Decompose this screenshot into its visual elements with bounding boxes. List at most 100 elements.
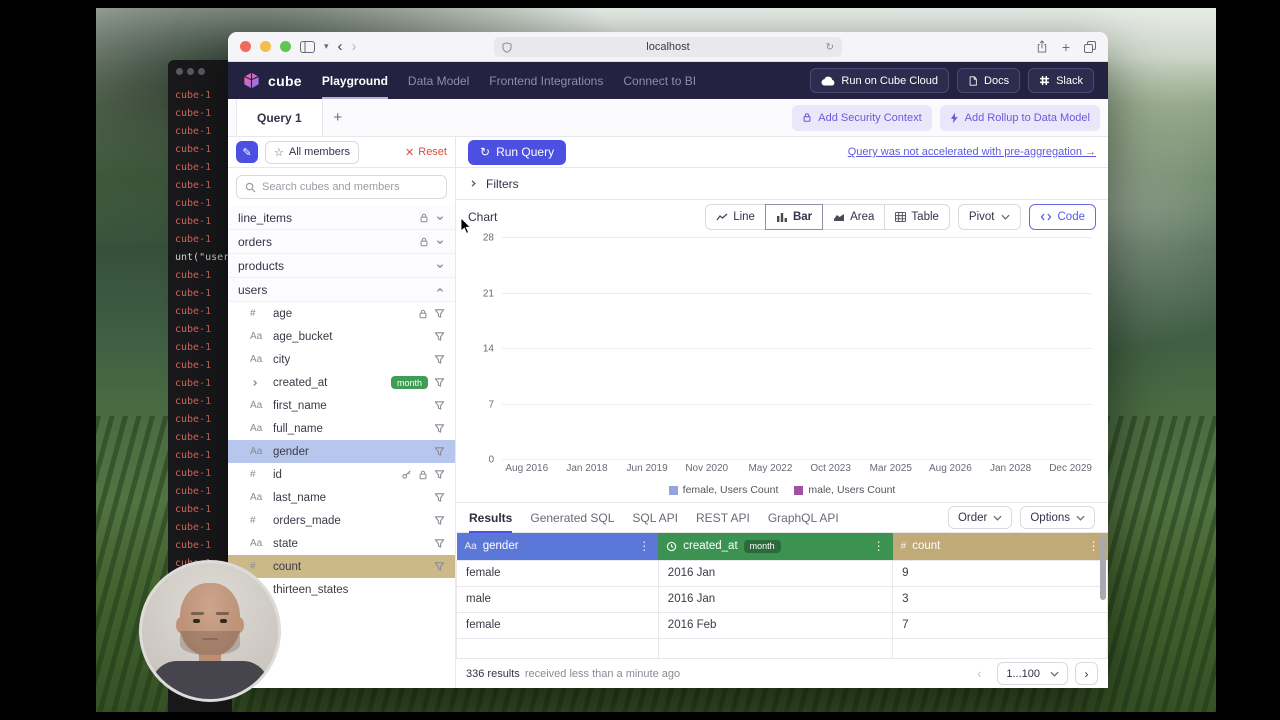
prev-page-button[interactable]: ‹ bbox=[968, 663, 990, 685]
member-actions[interactable] bbox=[434, 354, 445, 365]
cube-row-line_items[interactable]: line_items bbox=[228, 206, 455, 230]
chevron-up-icon[interactable] bbox=[435, 285, 445, 295]
docs-button[interactable]: Docs bbox=[957, 68, 1021, 93]
next-page-button[interactable]: › bbox=[1075, 662, 1098, 685]
chart-type-area[interactable]: Area bbox=[822, 204, 886, 230]
filter-funnel-icon[interactable] bbox=[434, 538, 445, 549]
search-input[interactable] bbox=[262, 181, 438, 193]
run-on-cube-cloud-button[interactable]: Run on Cube Cloud bbox=[810, 68, 950, 93]
chart-type-bar[interactable]: Bar bbox=[764, 204, 824, 230]
column-menu-icon[interactable]: ⋮ bbox=[1088, 539, 1100, 553]
filter-funnel-icon[interactable] bbox=[434, 354, 445, 365]
tab-sql-api[interactable]: SQL API bbox=[632, 503, 678, 533]
chevron-down-icon[interactable] bbox=[435, 213, 445, 223]
member-actions[interactable] bbox=[434, 423, 445, 434]
member-actions[interactable] bbox=[434, 446, 445, 457]
member-row-created_at[interactable]: created_at month bbox=[228, 371, 455, 394]
filter-funnel-icon[interactable] bbox=[434, 446, 445, 457]
new-tab-icon[interactable]: + bbox=[1062, 39, 1070, 55]
pivot-dropdown[interactable]: Pivot bbox=[957, 204, 1021, 230]
close-window-button[interactable] bbox=[240, 41, 251, 52]
member-row-age_bucket[interactable]: Aa age_bucket bbox=[228, 325, 455, 348]
tab-generated-sql[interactable]: Generated SQL bbox=[530, 503, 614, 533]
column-header-created-at[interactable]: created_at month ⋮ bbox=[658, 533, 893, 560]
member-actions[interactable] bbox=[434, 492, 445, 503]
filter-funnel-icon[interactable] bbox=[434, 515, 445, 526]
filter-funnel-icon[interactable] bbox=[434, 400, 445, 411]
member-row-last_name[interactable]: Aa last_name bbox=[228, 486, 455, 509]
filter-funnel-icon[interactable] bbox=[434, 377, 445, 388]
member-row-id[interactable]: # id bbox=[228, 463, 455, 486]
filters-section[interactable]: Filters bbox=[456, 168, 1108, 200]
column-menu-icon[interactable]: ⋮ bbox=[638, 539, 650, 553]
reload-icon[interactable]: ↻ bbox=[826, 42, 834, 53]
cube-row-products[interactable]: products bbox=[228, 254, 455, 278]
chart-type-table[interactable]: Table bbox=[884, 204, 950, 230]
chart-type-line[interactable]: Line bbox=[705, 204, 766, 230]
add-query-tab-button[interactable]: + bbox=[323, 99, 353, 136]
forward-button[interactable]: › bbox=[352, 38, 357, 55]
member-row-orders_made[interactable]: # orders_made bbox=[228, 509, 455, 532]
zoom-window-button[interactable] bbox=[280, 41, 291, 52]
chevron-right-icon[interactable] bbox=[250, 378, 260, 388]
member-actions[interactable] bbox=[434, 538, 445, 549]
filter-funnel-icon[interactable] bbox=[434, 469, 445, 480]
back-button[interactable]: ‹ bbox=[338, 38, 343, 55]
tab-rest-api[interactable]: REST API bbox=[696, 503, 750, 533]
nav-item-frontend-integrations[interactable]: Frontend Integrations bbox=[489, 62, 603, 99]
reset-button[interactable]: ✕ Reset bbox=[405, 146, 447, 159]
slack-button[interactable]: Slack bbox=[1028, 68, 1094, 93]
member-actions[interactable] bbox=[434, 377, 445, 388]
filter-funnel-icon[interactable] bbox=[434, 308, 445, 319]
tab-overview-icon[interactable] bbox=[1084, 39, 1096, 55]
add-security-context-button[interactable]: Add Security Context bbox=[792, 104, 932, 131]
nav-item-connect-to-bi[interactable]: Connect to BI bbox=[623, 62, 696, 99]
member-actions[interactable] bbox=[434, 515, 445, 526]
member-actions[interactable] bbox=[434, 331, 445, 342]
sidebar-toggle-icon[interactable] bbox=[300, 40, 315, 53]
nav-item-data-model[interactable]: Data Model bbox=[408, 62, 469, 99]
minimize-window-button[interactable] bbox=[260, 41, 271, 52]
scrollbar-thumb[interactable] bbox=[1100, 536, 1106, 600]
member-row-gender[interactable]: Aa gender bbox=[228, 440, 455, 463]
tab-results[interactable]: Results bbox=[469, 503, 513, 533]
tab-graphql-api[interactable]: GraphQL API bbox=[768, 503, 839, 533]
address-bar[interactable]: localhost ↻ bbox=[494, 37, 842, 57]
column-header-gender[interactable]: Aa gender ⋮ bbox=[456, 533, 659, 560]
filter-funnel-icon[interactable] bbox=[434, 331, 445, 342]
cube-logo[interactable]: cube bbox=[242, 71, 302, 90]
chevron-down-icon[interactable] bbox=[435, 237, 445, 247]
search-box[interactable] bbox=[236, 175, 447, 199]
tab-query-1[interactable]: Query 1 bbox=[236, 99, 323, 136]
member-actions[interactable] bbox=[418, 308, 445, 319]
member-row-count[interactable]: # count bbox=[228, 555, 455, 578]
edit-query-button[interactable]: ✎ bbox=[236, 141, 258, 163]
share-icon[interactable] bbox=[1036, 39, 1048, 55]
table-scrollbar[interactable] bbox=[1100, 536, 1106, 646]
filter-funnel-icon[interactable] bbox=[434, 423, 445, 434]
cube-row-users[interactable]: users bbox=[228, 278, 455, 302]
member-row-first_name[interactable]: Aa first_name bbox=[228, 394, 455, 417]
member-row-state[interactable]: Aa state bbox=[228, 532, 455, 555]
add-rollup-button[interactable]: Add Rollup to Data Model bbox=[939, 104, 1100, 131]
preaggregation-link[interactable]: Query was not accelerated with pre-aggre… bbox=[848, 146, 1096, 158]
toolbar-chevron-icon[interactable]: ▾ bbox=[324, 41, 329, 52]
column-header-count[interactable]: # count ⋮ bbox=[892, 533, 1108, 560]
nav-item-playground[interactable]: Playground bbox=[321, 62, 388, 99]
run-query-button[interactable]: ↻ Run Query bbox=[468, 139, 567, 165]
all-members-toggle[interactable]: ☆ All members bbox=[265, 140, 359, 164]
column-menu-icon[interactable]: ⋮ bbox=[873, 539, 885, 553]
filter-funnel-icon[interactable] bbox=[434, 561, 445, 572]
order-dropdown[interactable]: Order bbox=[947, 506, 1013, 529]
member-row-full_name[interactable]: Aa full_name bbox=[228, 417, 455, 440]
code-button[interactable]: Code bbox=[1028, 204, 1096, 230]
member-actions[interactable] bbox=[434, 400, 445, 411]
chevron-down-icon[interactable] bbox=[435, 261, 445, 271]
member-row-age[interactable]: # age bbox=[228, 302, 455, 325]
options-dropdown[interactable]: Options bbox=[1020, 506, 1095, 529]
member-row-city[interactable]: Aa city bbox=[228, 348, 455, 371]
site-settings-icon[interactable] bbox=[502, 41, 512, 53]
filter-funnel-icon[interactable] bbox=[434, 492, 445, 503]
cube-row-orders[interactable]: orders bbox=[228, 230, 455, 254]
page-range-dropdown[interactable]: 1...100 bbox=[997, 662, 1068, 685]
